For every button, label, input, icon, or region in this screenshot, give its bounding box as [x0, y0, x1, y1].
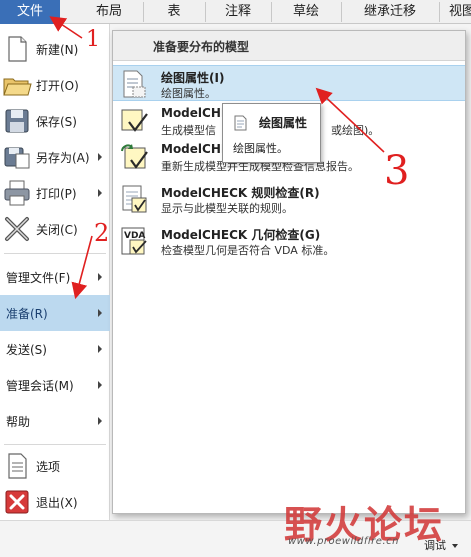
- submenu-header: 准备要分布的模型: [113, 31, 465, 61]
- menu-options[interactable]: 选项: [0, 448, 110, 484]
- tab-table[interactable]: 表: [146, 0, 202, 24]
- tab-legacy-migration[interactable]: 继承迁移: [344, 0, 436, 24]
- menu-exit-label: 退出(X): [36, 495, 78, 510]
- tab-annotate[interactable]: 注释: [208, 0, 268, 24]
- tooltip-desc: 绘图属性。: [233, 142, 288, 155]
- tab-separator: [341, 2, 342, 22]
- close-x-icon: [2, 214, 32, 244]
- tab-layout[interactable]: 布局: [78, 0, 140, 24]
- submenu-arrow-icon: [98, 417, 102, 425]
- menu-divider: [4, 253, 106, 254]
- chevron-down-icon: [452, 544, 458, 548]
- menu-exit[interactable]: 退出(X): [0, 484, 110, 520]
- tooltip-drawing-properties: 绘图属性 绘图属性。: [222, 103, 321, 163]
- menu-options-label: 选项: [36, 459, 61, 474]
- tooltip-title: 绘图属性: [259, 116, 308, 130]
- options-document-icon: [2, 451, 32, 481]
- submenu-item-title: ModelCHE: [161, 106, 230, 120]
- tab-separator: [205, 2, 206, 22]
- rule-check-icon: [119, 184, 149, 214]
- tab-separator: [143, 2, 144, 22]
- submenu-arrow-icon: [98, 345, 102, 353]
- menu-print-label: 打印(P): [36, 186, 77, 201]
- save-disk-icon: [2, 106, 32, 136]
- debug-dropdown[interactable]: 调试: [424, 537, 446, 553]
- submenu-arrow-icon: [98, 273, 102, 281]
- printer-icon: [2, 178, 32, 208]
- annotation-number-1: 1: [86, 27, 100, 52]
- submenu-item-desc: 检查模型几何是否符合 VDA 标准。: [161, 244, 335, 257]
- submenu-arrow-icon: [98, 189, 102, 197]
- tab-file[interactable]: 文件: [0, 0, 60, 24]
- submenu-item-modelcheck-rules[interactable]: ModelCHECK 规则检查(R) 显示与此模型关联的规则。: [113, 181, 465, 217]
- menu-manage-session[interactable]: 管理会话(M): [0, 367, 110, 403]
- menu-open[interactable]: 打开(O): [0, 67, 110, 103]
- menu-close-label: 关闭(C): [36, 222, 78, 237]
- modelcheck-icon: [119, 106, 149, 136]
- menu-open-label: 打开(O): [36, 78, 79, 93]
- menu-send[interactable]: 发送(S): [0, 331, 110, 367]
- submenu-arrow-icon: [98, 153, 102, 161]
- menu-help-label: 帮助: [6, 414, 31, 429]
- drawing-properties-icon: [119, 69, 149, 99]
- submenu-item-title: ModelCHE: [161, 142, 230, 156]
- submenu-header-label: 准备要分布的模型: [153, 40, 250, 54]
- new-document-icon: [2, 34, 32, 64]
- menu-send-label: 发送(S): [6, 342, 47, 357]
- ribbon-tab-bar: 文件 布局 表 注释 草绘 继承迁移 视图: [0, 0, 471, 24]
- submenu-item-desc-tail: 或绘图)。: [331, 124, 380, 137]
- tab-separator: [439, 2, 440, 22]
- submenu-item-desc: 生成模型信: [161, 124, 216, 137]
- save-as-icon: [2, 142, 32, 172]
- submenu-item-drawing-properties[interactable]: 绘图属性(I) 绘图属性。: [113, 65, 465, 101]
- tab-separator: [271, 2, 272, 22]
- submenu-item-title: 绘图属性(I): [161, 71, 225, 85]
- menu-prepare-label: 准备(R): [6, 306, 48, 321]
- menu-manage-file[interactable]: 管理文件(F): [0, 259, 110, 295]
- drawing-properties-icon: [233, 115, 249, 131]
- menu-save[interactable]: 保存(S): [0, 103, 110, 139]
- submenu-arrow-icon: [98, 309, 102, 317]
- exit-icon: [2, 487, 32, 517]
- vda-check-icon: VDA: [119, 226, 149, 256]
- annotation-number-3: 3: [384, 148, 410, 194]
- menu-new-label: 新建(N): [36, 42, 79, 57]
- menu-save-label: 保存(S): [36, 114, 77, 129]
- menu-prepare[interactable]: 准备(R): [0, 295, 110, 331]
- submenu-item-title: ModelCHECK 几何检查(G): [161, 228, 321, 242]
- submenu-item-desc: 绘图属性。: [161, 87, 216, 100]
- menu-save-as[interactable]: 另存为(A): [0, 139, 110, 175]
- submenu-item-title: ModelCHECK 规则检查(R): [161, 186, 320, 200]
- menu-save-as-label: 另存为(A): [36, 150, 90, 165]
- menu-manage-file-label: 管理文件(F): [6, 270, 71, 285]
- open-folder-icon: [2, 70, 32, 100]
- annotation-number-2: 2: [94, 219, 110, 247]
- menu-help[interactable]: 帮助: [0, 403, 110, 439]
- submenu-item-modelcheck-geometry[interactable]: VDA ModelCHECK 几何检查(G) 检查模型几何是否符合 VDA 标准…: [113, 223, 465, 259]
- menu-print[interactable]: 打印(P): [0, 175, 110, 211]
- tab-sketch[interactable]: 草绘: [274, 0, 338, 24]
- submenu-item-desc: 显示与此模型关联的规则。: [161, 202, 293, 215]
- watermark-url: www.proewildfire.cn: [288, 536, 399, 547]
- submenu-arrow-icon: [98, 381, 102, 389]
- menu-divider: [4, 444, 106, 445]
- menu-manage-session-label: 管理会话(M): [6, 378, 74, 393]
- modelcheck-regenerate-icon: [119, 142, 149, 172]
- tab-view[interactable]: 视图: [442, 0, 471, 24]
- file-menu: 新建(N) 打开(O) 保存(S) 另存为(A) 打印(P) 关闭(C) 管理文…: [0, 24, 110, 520]
